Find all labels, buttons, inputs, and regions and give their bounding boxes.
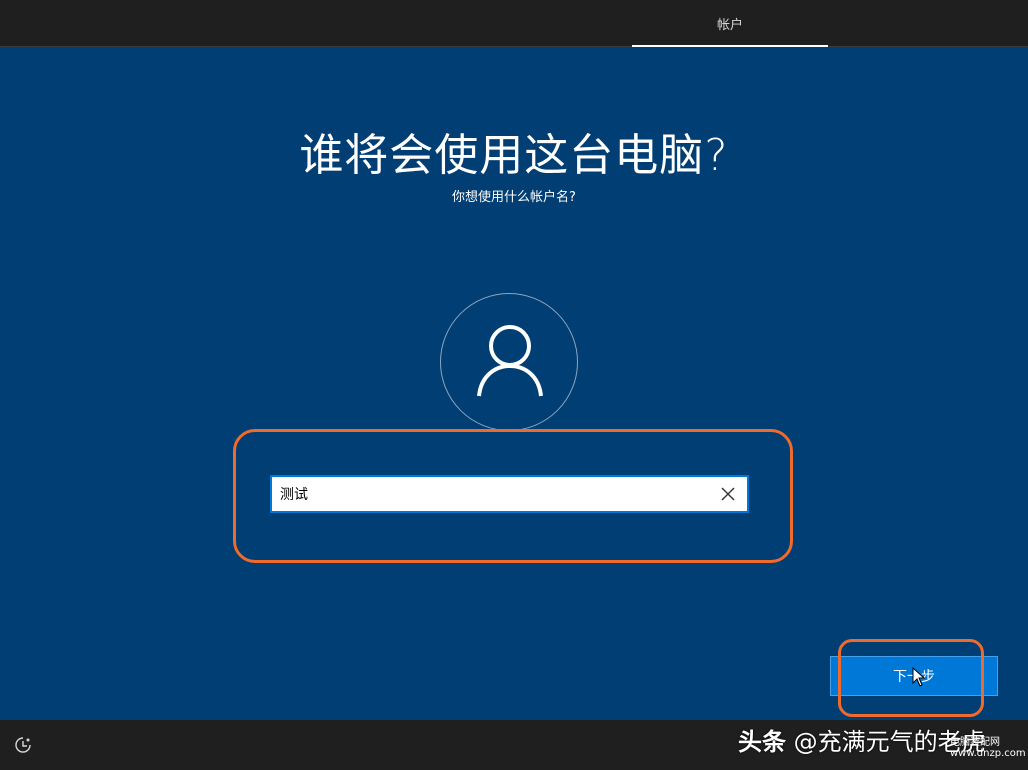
avatar <box>440 293 578 431</box>
next-highlight-annotation <box>838 639 984 717</box>
watermark-brand: 头条 <box>738 728 786 756</box>
site-watermark: 电脑装配网 www.dnzp.com <box>950 737 1026 759</box>
page-title: 谁将会使用这台电脑? <box>299 130 729 181</box>
ease-of-access-icon[interactable] <box>14 736 32 754</box>
top-bar: 帐户 <box>0 0 1028 47</box>
tab-account[interactable]: 帐户 <box>632 0 828 47</box>
close-icon[interactable] <box>719 485 737 503</box>
tab-account-label: 帐户 <box>716 17 743 33</box>
oobe-window: 帐户 谁将会使用这台电脑? 你想使用什么帐户名? 下一步 <box>0 0 1028 770</box>
page-subtitle: 你想使用什么帐户名? <box>452 190 576 205</box>
mouse-cursor-icon <box>912 667 926 687</box>
site-url: www.dnzp.com <box>950 748 1026 759</box>
username-field[interactable] <box>270 475 749 513</box>
main-panel: 谁将会使用这台电脑? 你想使用什么帐户名? 下一步 <box>0 47 1028 720</box>
watermark: 头条 @充满元气的老虎 <box>738 722 986 757</box>
site-name: 电脑装配网 <box>950 737 1000 748</box>
username-input[interactable] <box>280 480 700 508</box>
user-icon <box>477 325 543 397</box>
bottom-bar: 头条 @充满元气的老虎 电脑装配网 www.dnzp.com <box>0 720 1028 770</box>
